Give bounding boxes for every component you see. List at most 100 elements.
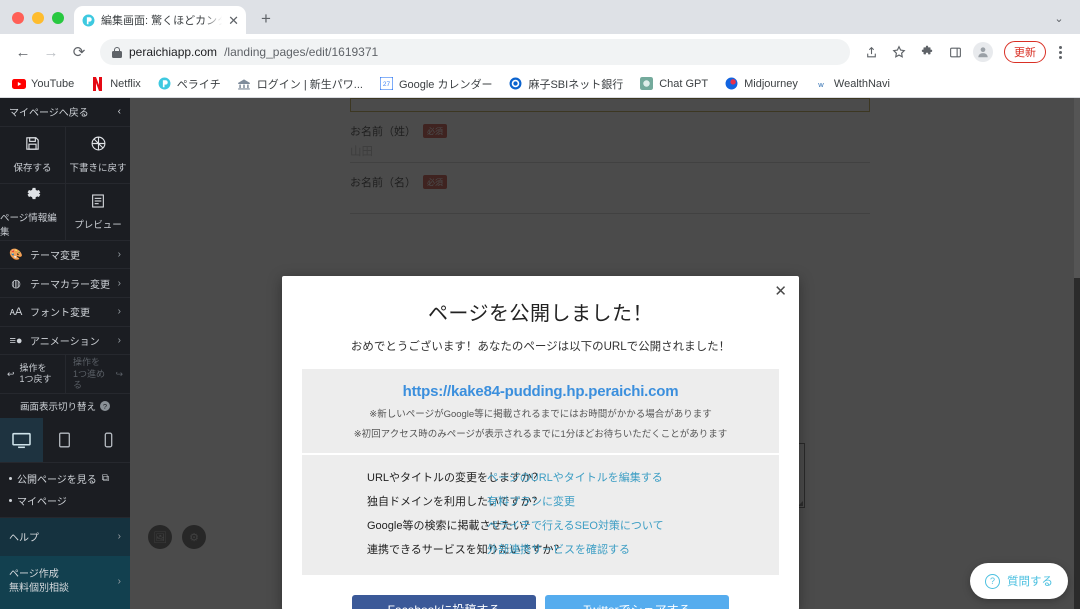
sidebar-item-animation[interactable]: ≡● アニメーション › <box>0 327 130 356</box>
browser-tab[interactable]: 編集画面: 驚くほどカンタン！無料… ✕ <box>74 6 246 34</box>
twitter-share-button[interactable]: Twitterでシェアする <box>545 595 729 609</box>
sidebar-item-label: 下書きに戻す <box>69 163 127 175</box>
consult-label-line1: ページ作成 <box>9 568 59 580</box>
new-tab-button[interactable]: + <box>252 5 280 33</box>
bookmark-label: Netflix <box>110 77 141 90</box>
extensions-puzzle-icon[interactable] <box>914 39 940 65</box>
faq-link[interactable]: 有料プランに変更 <box>487 493 575 509</box>
revert-draft-icon <box>90 135 107 155</box>
close-icon[interactable]: ✕ <box>774 284 787 299</box>
profile-avatar-icon[interactable] <box>970 39 996 65</box>
close-window-button[interactable] <box>12 12 24 24</box>
update-button[interactable]: 更新 <box>1004 41 1046 63</box>
sidebar-back-to-mypage[interactable]: マイページへ戻る ‹ <box>0 98 130 127</box>
bookmark-youtube[interactable]: YouTube <box>11 76 74 91</box>
minimize-window-button[interactable] <box>32 12 44 24</box>
device-switcher <box>0 418 130 464</box>
bookmark-wealthnavi[interactable]: w WealthNavi <box>814 76 890 91</box>
question-circle-icon: ? <box>985 573 1000 589</box>
browser-toolbar: ← → ⟳ peraichiapp.com/landing_pages/edit… <box>0 34 1080 70</box>
peraichi-icon <box>81 13 95 27</box>
page-scrollbar[interactable] <box>1074 98 1080 609</box>
redo-button[interactable]: 操作を 1つ進める ↪ <box>65 355 130 394</box>
url-host: peraichiapp.com <box>129 45 218 59</box>
bookmark-peraichi[interactable]: ペライチ <box>157 76 221 92</box>
facebook-share-button[interactable]: Facebookに投稿する <box>352 595 536 609</box>
maximize-window-button[interactable] <box>52 12 64 24</box>
undo-button[interactable]: ↩ 操作を 1つ戻す <box>0 355 65 393</box>
peraichi-icon <box>157 76 172 91</box>
help-chat-widget[interactable]: ? 質問する <box>970 563 1068 599</box>
sidebar-item-label: ページ情報編集 <box>0 213 57 239</box>
forward-button[interactable]: → <box>38 39 64 65</box>
faq-link[interactable]: ペライチで行えるSEO対策について <box>487 517 664 533</box>
side-panel-icon[interactable] <box>942 39 968 65</box>
help-question-icon[interactable]: ? <box>100 401 110 412</box>
gear-icon <box>24 185 41 205</box>
faq-row: Google等の検索に掲載させたい？ ペライチで行えるSEO対策について <box>302 513 779 537</box>
bookmark-login-shinsei[interactable]: ログイン | 新生パワ... <box>237 76 363 92</box>
chatgpt-icon <box>639 76 654 91</box>
sidebar-back-label: マイページへ戻る <box>9 108 89 120</box>
tab-close-icon[interactable]: ✕ <box>228 14 239 27</box>
device-desktop-button[interactable] <box>0 418 44 463</box>
sidebar-item-page-info[interactable]: ページ情報編集 <box>0 184 65 240</box>
sidebar-item-help[interactable]: ヘルプ › <box>0 518 130 556</box>
sidebar-item-theme[interactable]: 🎨 テーマ変更 › <box>0 241 130 270</box>
undo-label-line2: 1つ戻す <box>19 374 52 385</box>
bookmark-sbi-bank[interactable]: 麻子SBIネット銀行 <box>508 76 623 92</box>
svg-text:27: 27 <box>383 81 391 88</box>
bookmark-star-icon[interactable] <box>886 39 912 65</box>
bookmark-midjourney[interactable]: Midjourney <box>724 76 798 91</box>
faq-row: 連携できるサービスを知りたいですか？ 外部連携サービスを確認する <box>302 537 779 561</box>
modal-faq-panel: URLやタイトルの変更をしますか？ ページのURLやタイトルを編集する 独自ドメ… <box>302 455 779 575</box>
browser-menu-icon[interactable] <box>1050 45 1070 59</box>
page-viewport: お名前（姓） 必須 山田 お名前（名） 必須 🖼 ⚙ Copyright 202… <box>0 98 1080 609</box>
sidebar-link-mypage[interactable]: マイページ <box>9 493 121 508</box>
modal-subtitle: おめでとうございます！あなたのページは以下のURLで公開されました！ <box>350 341 731 353</box>
faq-row: 独自ドメインを利用したいですか？ 有料プランに変更 <box>302 489 779 513</box>
url-note-1: ※新しいページがGoogle等に掲載されるまでにはお時間がかかる場合があります <box>369 409 712 420</box>
device-tablet-button[interactable] <box>43 418 86 462</box>
sidebar-link-view-public-page[interactable]: 公開ページを見る ⧉ <box>9 471 121 486</box>
faq-link[interactable]: 外部連携サービスを確認する <box>487 541 630 557</box>
back-button[interactable]: ← <box>10 39 36 65</box>
save-floppy-icon <box>24 135 41 155</box>
window-menu-icon[interactable]: ⌄ <box>1046 6 1072 30</box>
sidebar-item-save[interactable]: 保存する <box>0 127 65 183</box>
redo-arrow-icon: ↪ <box>115 368 123 379</box>
device-mobile-button[interactable] <box>87 418 130 462</box>
published-url-link[interactable]: https://kake84-pudding.hp.peraichi.com <box>312 383 769 400</box>
bookmark-label: ペライチ <box>176 78 221 91</box>
address-bar[interactable]: peraichiapp.com/landing_pages/edit/16193… <box>100 39 850 65</box>
bookmark-label: Midjourney <box>744 77 798 90</box>
sidebar-item-font[interactable]: ᴀA フォント変更 › <box>0 298 130 327</box>
svg-text:w: w <box>818 79 825 88</box>
reload-button[interactable]: ⟳ <box>66 39 92 65</box>
sidebar-action-row-2: ページ情報編集 プレビュー <box>0 183 130 241</box>
bookmark-label: Chat GPT <box>659 77 709 90</box>
sidebar-item-free-consult[interactable]: ページ作成 無料個別相談 › <box>0 555 130 609</box>
bullet-icon <box>9 499 12 503</box>
sidebar-item-revert-draft[interactable]: 下書きに戻す <box>65 126 130 183</box>
bookmark-chatgpt[interactable]: Chat GPT <box>639 76 708 91</box>
chevron-right-icon: › <box>117 335 121 347</box>
share-icon[interactable] <box>858 39 884 65</box>
chevron-right-icon: › <box>117 249 121 260</box>
sidebar-item-label: フォント変更 <box>30 308 90 320</box>
url-note-2: ※初回アクセス時のみページが表示されるまでに1分ほどお待ちいただくことがあります <box>353 429 728 440</box>
bookmark-google-calendar[interactable]: 27 Google カレンダー <box>379 76 492 92</box>
bank-icon <box>237 76 252 91</box>
bookmark-label: ログイン | 新生パワ... <box>256 78 363 91</box>
bookmark-netflix[interactable]: Netflix <box>90 76 141 91</box>
sidebar-item-preview[interactable]: プレビュー <box>65 183 130 240</box>
sidebar-link-label: 公開ページを見る <box>17 475 97 487</box>
scrollbar-thumb[interactable] <box>1074 98 1080 278</box>
display-switch-text: 画面表示切り替え <box>19 402 96 414</box>
chevron-right-icon: › <box>117 306 121 318</box>
chevron-right-icon: › <box>117 531 121 543</box>
tab-title: 編集画面: 驚くほどカンタン！無料… <box>101 15 222 27</box>
undo-label-line1: 操作を <box>19 363 47 374</box>
sidebar-item-theme-color[interactable]: ◍ テーマカラー変更 › <box>0 269 130 299</box>
faq-link[interactable]: ページのURLやタイトルを編集する <box>487 469 663 485</box>
